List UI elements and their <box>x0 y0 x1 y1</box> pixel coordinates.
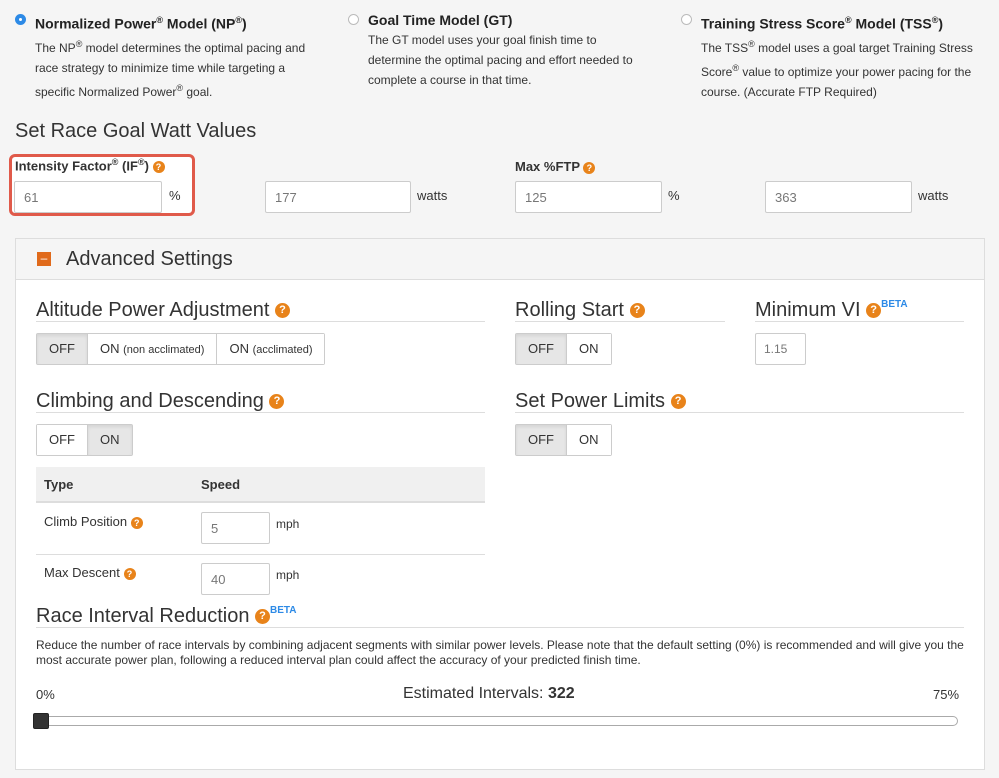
goal-section-title: Set Race Goal Watt Values <box>15 120 257 142</box>
max-ftp-watts-unit: watts <box>918 188 949 203</box>
type-column-header: Type <box>44 477 74 492</box>
divider <box>755 321 964 322</box>
interval-slider-handle[interactable] <box>33 713 49 729</box>
help-icon[interactable]: ? <box>255 609 271 625</box>
climb-position-unit: mph <box>276 517 300 531</box>
help-icon[interactable]: ? <box>123 567 136 580</box>
intensity-factor-input[interactable]: 61 <box>14 181 162 213</box>
max-descent-unit: mph <box>276 568 300 582</box>
intensity-factor-watts-unit: watts <box>417 188 448 203</box>
help-icon[interactable]: ? <box>130 516 143 529</box>
interval-slider-track[interactable] <box>36 716 958 726</box>
tss-model-title: Training Stress Score® Model (TSS®) <box>701 15 944 32</box>
collapse-icon[interactable]: – <box>37 252 51 266</box>
table-row-label: Max Descent ? <box>44 565 136 580</box>
beta-badge: BETA <box>270 605 297 616</box>
model-option-gt[interactable]: Goal Time Model (GT) The GT model uses y… <box>348 10 648 90</box>
divider <box>36 321 485 322</box>
speed-column-header: Speed <box>201 477 241 492</box>
table-row-divider <box>36 554 485 555</box>
power-limits-on-button[interactable]: ON <box>566 425 611 455</box>
help-icon[interactable]: ? <box>583 161 596 174</box>
power-limits-off-button[interactable]: OFF <box>516 425 566 455</box>
altitude-toggle: OFF ON (non acclimated) ON (acclimated) <box>36 333 326 365</box>
interval-reduction-title: Race Interval Reduction ? BETA <box>36 605 297 627</box>
divider <box>36 412 485 413</box>
help-icon[interactable]: ? <box>275 303 291 319</box>
power-limits-title: Set Power Limits ? <box>515 390 686 413</box>
altitude-off-button[interactable]: OFF <box>37 334 87 364</box>
altitude-on-acclimated-button[interactable]: ON (acclimated) <box>216 334 325 364</box>
climbing-off-button[interactable]: OFF <box>37 425 87 455</box>
rolling-start-off-button[interactable]: OFF <box>516 334 566 364</box>
table-row-label: Climb Position ? <box>44 514 143 529</box>
max-ftp-input[interactable]: 125 <box>515 181 662 213</box>
interval-reduction-description: Reduce the number of race intervals by c… <box>36 638 964 667</box>
max-descent-input[interactable]: 40 <box>201 563 270 595</box>
altitude-title: Altitude Power Adjustment ? <box>36 299 291 322</box>
model-option-tss[interactable]: Training Stress Score® Model (TSS®) The … <box>681 10 986 102</box>
climbing-title: Climbing and Descending ? <box>36 390 285 413</box>
intensity-factor-watts-input[interactable]: 177 <box>265 181 411 213</box>
altitude-on-non-acclimated-button[interactable]: ON (non acclimated) <box>87 334 217 364</box>
minimum-vi-input[interactable]: 1.15 <box>755 333 806 365</box>
climb-position-input[interactable]: 5 <box>201 512 270 544</box>
help-icon[interactable]: ? <box>670 394 686 410</box>
rolling-start-title: Rolling Start ? <box>515 299 645 322</box>
gt-model-desc: The GT model uses your goal finish time … <box>368 33 633 87</box>
divider <box>515 321 725 322</box>
estimated-intervals-value: 322 <box>547 685 575 702</box>
help-icon[interactable]: ? <box>866 303 882 319</box>
estimated-intervals: Estimated Intervals: 322 <box>403 685 575 702</box>
divider <box>515 412 964 413</box>
tss-model-desc: The TSS® model uses a goal target Traini… <box>701 38 973 99</box>
speed-table-header: Type Speed <box>36 467 485 503</box>
np-model-desc: The NP® model determines the optimal pac… <box>35 38 306 99</box>
tss-radio[interactable] <box>681 14 692 25</box>
intensity-factor-unit: % <box>169 188 181 203</box>
beta-badge: BETA <box>881 299 908 310</box>
intensity-factor-label: Intensity Factor® (IF®) ? <box>15 157 165 173</box>
model-option-np[interactable]: Normalized Power® Model (NP®) The NP® mo… <box>15 10 315 102</box>
np-model-title: Normalized Power® Model (NP®) <box>35 15 247 32</box>
climbing-toggle: OFF ON <box>36 424 133 456</box>
help-icon[interactable]: ? <box>269 394 285 410</box>
rolling-start-on-button[interactable]: ON <box>566 334 611 364</box>
help-icon[interactable]: ? <box>629 303 645 319</box>
slider-min-label: 0% <box>36 687 55 702</box>
max-ftp-watts-input[interactable]: 363 <box>765 181 912 213</box>
minimum-vi-title: Minimum VI ? BETA <box>755 299 908 321</box>
advanced-settings-title: Advanced Settings <box>66 248 233 270</box>
help-icon[interactable]: ? <box>152 160 165 173</box>
gt-model-title: Goal Time Model (GT) <box>368 12 513 28</box>
power-limits-toggle: OFF ON <box>515 424 612 456</box>
gt-radio[interactable] <box>348 14 359 25</box>
advanced-settings-header[interactable]: – Advanced Settings <box>16 239 984 280</box>
max-ftp-unit: % <box>668 188 680 203</box>
max-ftp-label: Max %FTP ? <box>515 159 596 174</box>
climbing-on-button[interactable]: ON <box>87 425 132 455</box>
slider-max-label: 75% <box>933 687 960 702</box>
divider <box>36 627 964 628</box>
rolling-start-toggle: OFF ON <box>515 333 612 365</box>
np-radio[interactable] <box>15 14 26 25</box>
